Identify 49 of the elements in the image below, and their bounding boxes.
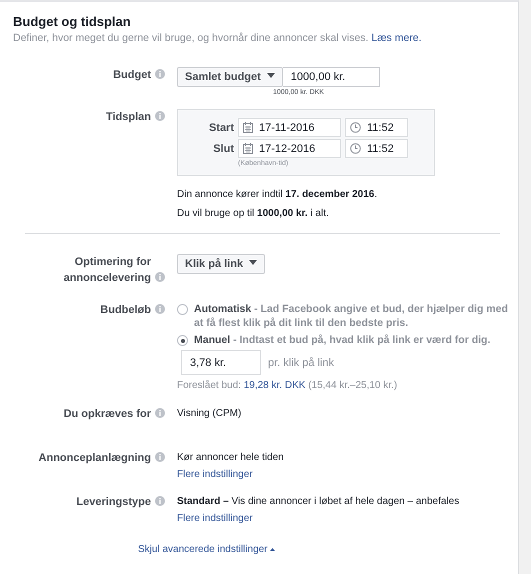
calendar-icon — [243, 122, 253, 133]
caret-up-icon — [270, 548, 275, 551]
date-field[interactable]: 17-11-2016 — [238, 118, 341, 137]
field-label: Leveringstype — [76, 495, 151, 510]
schedule-setting: Kør annoncer hele tiden — [177, 451, 285, 465]
time-field[interactable]: 11:52 — [345, 139, 408, 158]
field-label: Du opkræves for — [64, 407, 151, 422]
bid-unit: pr. klik på link — [268, 356, 334, 368]
field-label: Optimering for annoncelevering — [62, 255, 151, 286]
info-icon — [155, 496, 165, 506]
field-label: Budget — [113, 68, 151, 83]
field-label: Tidsplan — [106, 110, 151, 125]
date-field[interactable]: 17-12-2016 — [238, 139, 341, 158]
date-label: Start — [208, 122, 234, 134]
schedule-summary: Din annonce kører indtil 17. december 2016. — [177, 188, 378, 202]
suggested-bid-link[interactable]: 19,28 kr. DKK — [244, 380, 306, 391]
section-title: Budget og tidsplan — [13, 14, 132, 30]
dropdown-button[interactable]: Klik på link — [177, 254, 266, 274]
time-field[interactable]: 11:52 — [345, 118, 408, 137]
budget-summary: Du vil bruge op til 1000,00 kr. i alt. — [177, 207, 330, 221]
charge-type: Visning (CPM) — [177, 407, 242, 421]
suggested-bid: Foreslået bud: 19,28 kr. DKK (15,44 kr.–25,10 kr.) — [177, 380, 398, 391]
date-label: Slut — [212, 142, 234, 154]
info-icon — [155, 452, 165, 462]
bid-option-text: Automatisk - Lad Facebook angive et bud, der hjælper dig med at få flest klik på dit link til den bedste pris. — [194, 302, 509, 330]
dropdown-button[interactable]: Samlet budget — [177, 67, 283, 87]
hide-advanced-link[interactable]: Skjul avancerede indstillinger — [138, 544, 275, 555]
more-settings-link[interactable]: Flere indstillinger — [177, 469, 253, 480]
section-description: Definer, hvor meget du gerne vil bruge, og hvornår dine annoncer skal vises. Læs mere. — [13, 31, 423, 45]
info-icon — [155, 408, 165, 418]
info-icon — [155, 111, 165, 121]
calendar-icon — [243, 143, 253, 154]
field-label: Budbeløb — [100, 303, 151, 318]
clock-icon — [350, 143, 361, 154]
info-icon — [155, 69, 165, 79]
bid-amount-field[interactable]: 3,78 kr. — [181, 350, 261, 375]
clock-icon — [350, 122, 361, 133]
caret-icon — [249, 260, 258, 265]
budget-amount-field[interactable]: 1000,00 kr. — [282, 67, 380, 87]
caret-icon — [266, 73, 275, 78]
radio-button[interactable] — [177, 304, 188, 315]
learn-more-link[interactable]: Læs mere. — [371, 32, 422, 44]
more-settings-link[interactable]: Flere indstillinger — [177, 513, 253, 524]
info-icon — [155, 304, 165, 314]
field-label: Annonceplanlægning — [38, 451, 151, 466]
bid-option-text: Manuel - Indtast et bud på, hvad klik på link er værd for dig. — [194, 333, 492, 347]
radio-button[interactable] — [177, 335, 188, 346]
info-icon — [155, 272, 165, 282]
delivery-setting: Standard – Vis dine annoncer i løbet af hele dagen – anbefales — [177, 495, 460, 509]
